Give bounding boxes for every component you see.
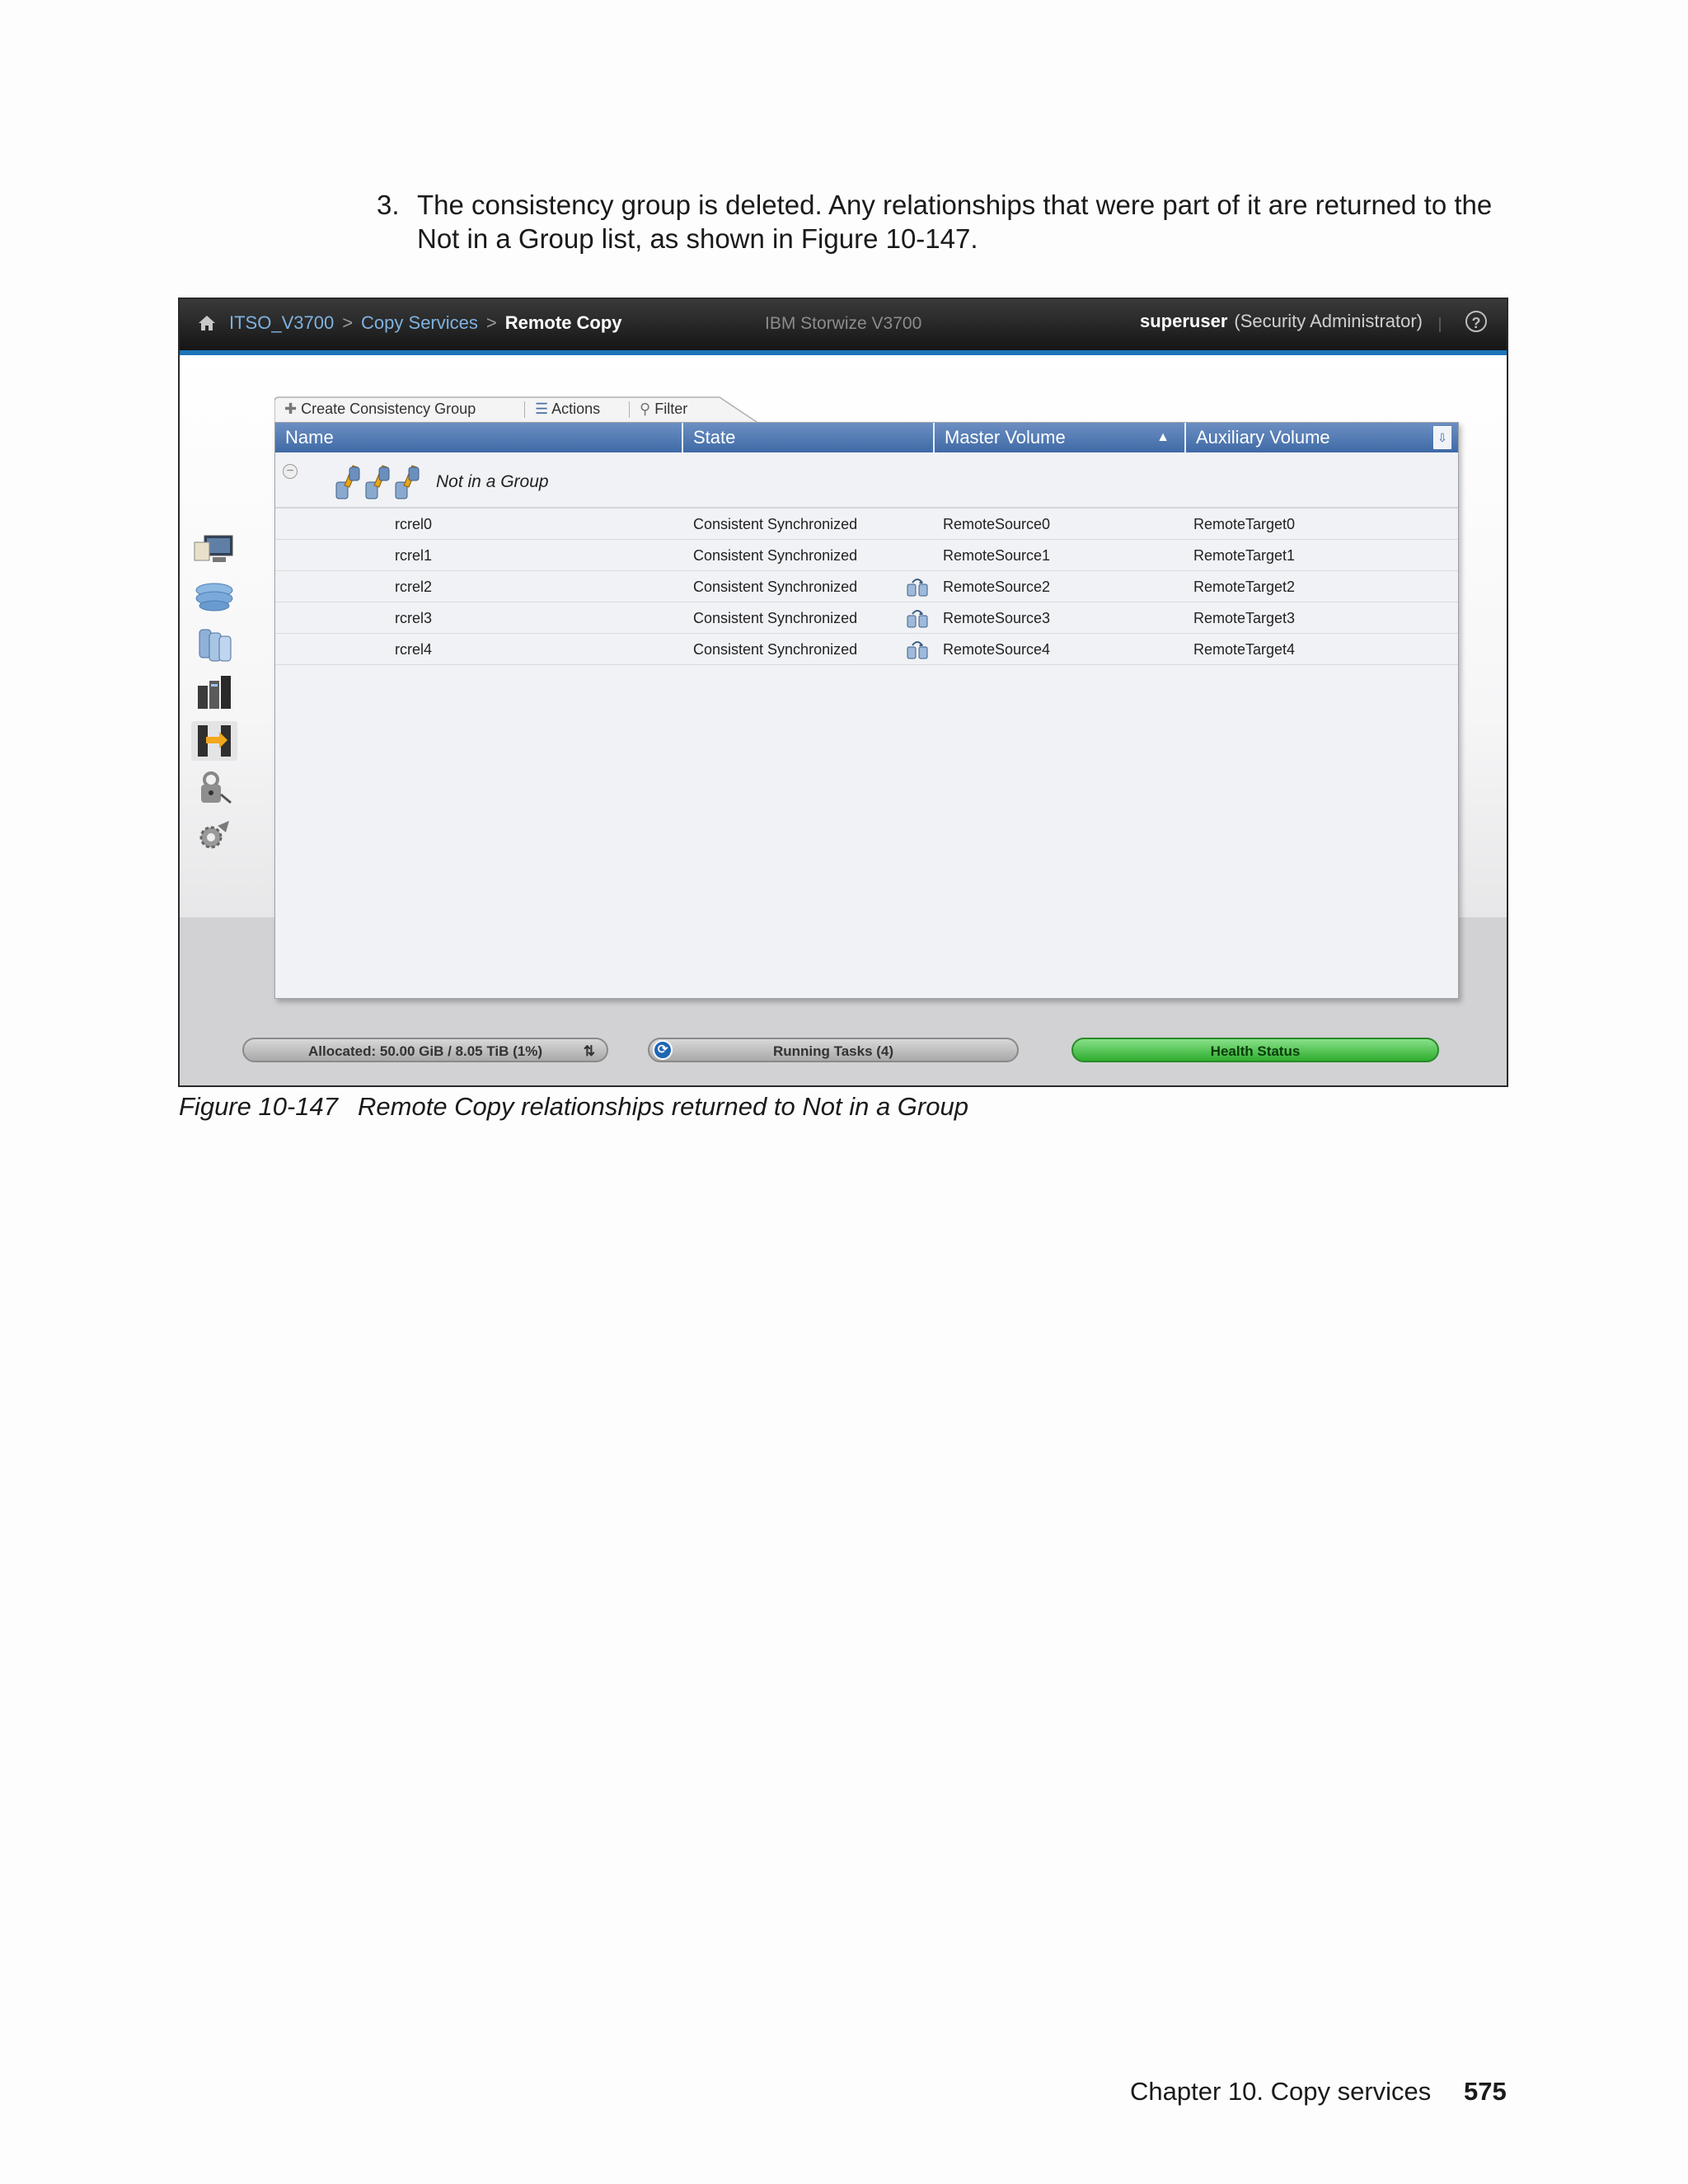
- relationship-name: rcrel2: [395, 579, 433, 595]
- actions-label: Actions: [551, 401, 601, 417]
- relationship-name: rcrel4: [395, 641, 433, 658]
- table-row[interactable]: rcrel4 Consistent Synchronized RemoteSourc…: [275, 634, 1458, 665]
- table-row[interactable]: rcrel1 Consistent Synchronized RemoteSourc…: [275, 540, 1458, 571]
- relationship-name: rcrel1: [395, 547, 433, 564]
- settings-icon[interactable]: [191, 817, 237, 856]
- refresh-icon: ⟳: [653, 1040, 673, 1060]
- breadcrumb-separator: >: [485, 312, 497, 333]
- create-consistency-group-button[interactable]: ✚ Create Consistency Group: [284, 401, 476, 418]
- auxiliary-volume: RemoteTarget4: [1193, 641, 1296, 658]
- status-bar: Allocated: 50.00 GiB / 8.05 TiB (1%) ⇅ ⟳…: [180, 1038, 1507, 1079]
- health-status-pill[interactable]: Health Status: [1071, 1038, 1439, 1062]
- copy-services-icon[interactable]: [191, 721, 237, 761]
- hosts-icon[interactable]: [191, 673, 237, 713]
- product-name: IBM Storwize V3700: [765, 314, 922, 333]
- column-master-volume-label: Master Volume: [945, 427, 1066, 448]
- running-tasks-label: Running Tasks (4): [772, 1043, 894, 1059]
- allocated-capacity-pill[interactable]: Allocated: 50.00 GiB / 8.05 TiB (1%) ⇅: [242, 1038, 608, 1062]
- relationship-copy-icon: [907, 610, 928, 628]
- column-auxiliary-volume[interactable]: Auxiliary Volume ⇩: [1186, 423, 1458, 452]
- relationship-state: Consistent Synchronized: [693, 516, 858, 532]
- sort-ascending-icon: ▲: [1156, 430, 1170, 444]
- volumes-icon[interactable]: [191, 626, 237, 665]
- sidebar: [191, 530, 242, 865]
- user-info[interactable]: superuser (Security Administrator): [1140, 311, 1423, 332]
- breadcrumb-copy-services[interactable]: Copy Services: [361, 312, 478, 333]
- collapse-icon[interactable]: −: [283, 464, 298, 479]
- pools-icon[interactable]: [191, 578, 237, 617]
- auxiliary-volume: RemoteTarget1: [1193, 547, 1296, 564]
- topbar-divider: [1439, 317, 1441, 332]
- column-auxiliary-volume-label: Auxiliary Volume: [1196, 427, 1330, 448]
- grid-toolbar: ✚ Create Consistency Group ☰ Actions ⚲ F…: [274, 396, 760, 424]
- master-volume: RemoteSource3: [943, 610, 1051, 626]
- relationship-copy-icon: [907, 579, 928, 597]
- actions-button[interactable]: ☰ Actions: [535, 401, 600, 418]
- toggle-icon: ⇅: [583, 1043, 595, 1059]
- top-bar: ITSO_V3700 > Copy Services > Remote Copy IBM…: [180, 299, 1507, 355]
- screenshot-figure: ITSO_V3700 > Copy Services > Remote Copy IBM…: [178, 298, 1508, 1087]
- figure-caption: Figure 10-147 Remote Copy relationships r…: [179, 1092, 968, 1122]
- monitoring-icon[interactable]: [191, 530, 237, 569]
- running-tasks-pill[interactable]: ⟳ Running Tasks (4): [648, 1038, 1019, 1062]
- relationship-name: rcrel3: [395, 610, 433, 626]
- column-master-volume[interactable]: Master Volume ▲: [935, 423, 1186, 452]
- group-label: Not in a Group: [436, 472, 549, 491]
- relationship-group-icon: [335, 465, 420, 499]
- access-icon[interactable]: [191, 769, 237, 808]
- breadcrumb-current: Remote Copy: [504, 312, 622, 333]
- help-icon[interactable]: ?: [1465, 311, 1487, 332]
- step-number: 3.: [377, 190, 400, 220]
- user-name: superuser: [1140, 311, 1228, 331]
- toolbar-separator: [629, 401, 630, 418]
- footer-chapter: Chapter 10. Copy services: [1130, 2077, 1432, 2106]
- column-chooser-icon[interactable]: ⇩: [1433, 426, 1451, 449]
- column-name[interactable]: Name: [275, 423, 683, 452]
- master-volume: RemoteSource2: [943, 579, 1051, 595]
- relationship-name: rcrel0: [395, 516, 433, 532]
- plus-icon: ✚: [284, 401, 298, 417]
- allocated-label: Allocated: 50.00 GiB / 8.05 TiB (1%): [307, 1043, 543, 1059]
- table-header: Name State Master Volume ▲ Auxiliary Vol…: [275, 423, 1458, 452]
- auxiliary-volume: RemoteTarget3: [1193, 610, 1296, 626]
- table-row[interactable]: rcrel2 Consistent Synchronized RemoteSourc…: [275, 571, 1458, 602]
- health-status-label: Health Status: [1210, 1043, 1301, 1059]
- filter-label: Filter: [654, 401, 688, 417]
- relationship-state: Consistent Synchronized: [693, 547, 858, 564]
- group-row-not-in-a-group[interactable]: − Not in a Group: [275, 454, 1458, 509]
- breadcrumb-system[interactable]: ITSO_V3700: [229, 312, 334, 333]
- create-consistency-group-label: Create Consistency Group: [301, 401, 476, 417]
- relationship-state: Consistent Synchronized: [693, 610, 858, 626]
- figure-title: Remote Copy relationships returned to No…: [358, 1092, 968, 1121]
- relationship-copy-icon: [907, 641, 928, 659]
- home-icon[interactable]: [196, 312, 218, 334]
- master-volume: RemoteSource0: [943, 516, 1051, 532]
- relationships-table: Name State Master Volume ▲ Auxiliary Vol…: [274, 422, 1459, 999]
- auxiliary-volume: RemoteTarget0: [1193, 516, 1296, 532]
- table-row[interactable]: rcrel3 Consistent Synchronized RemoteSourc…: [275, 602, 1458, 634]
- auxiliary-volume: RemoteTarget2: [1193, 579, 1296, 595]
- table-row[interactable]: rcrel0 Consistent Synchronized RemoteSourc…: [275, 509, 1458, 540]
- figure-label: Figure 10-147: [179, 1092, 339, 1121]
- breadcrumb-separator: >: [342, 312, 354, 333]
- list-icon: ☰: [535, 401, 549, 417]
- filter-button[interactable]: ⚲ Filter: [640, 401, 687, 418]
- search-icon: ⚲: [640, 401, 651, 417]
- page-number: 575: [1464, 2077, 1507, 2106]
- master-volume: RemoteSource1: [943, 547, 1051, 564]
- step-text: The consistency group is deleted. Any re…: [417, 190, 1493, 254]
- relationship-state: Consistent Synchronized: [693, 641, 858, 658]
- master-volume: RemoteSource4: [943, 641, 1051, 658]
- toolbar-separator: [524, 401, 525, 418]
- column-state[interactable]: State: [683, 423, 935, 452]
- breadcrumb: ITSO_V3700 > Copy Services > Remote Copy: [229, 312, 622, 334]
- relationship-state: Consistent Synchronized: [693, 579, 858, 595]
- user-role: (Security Administrator): [1234, 311, 1423, 331]
